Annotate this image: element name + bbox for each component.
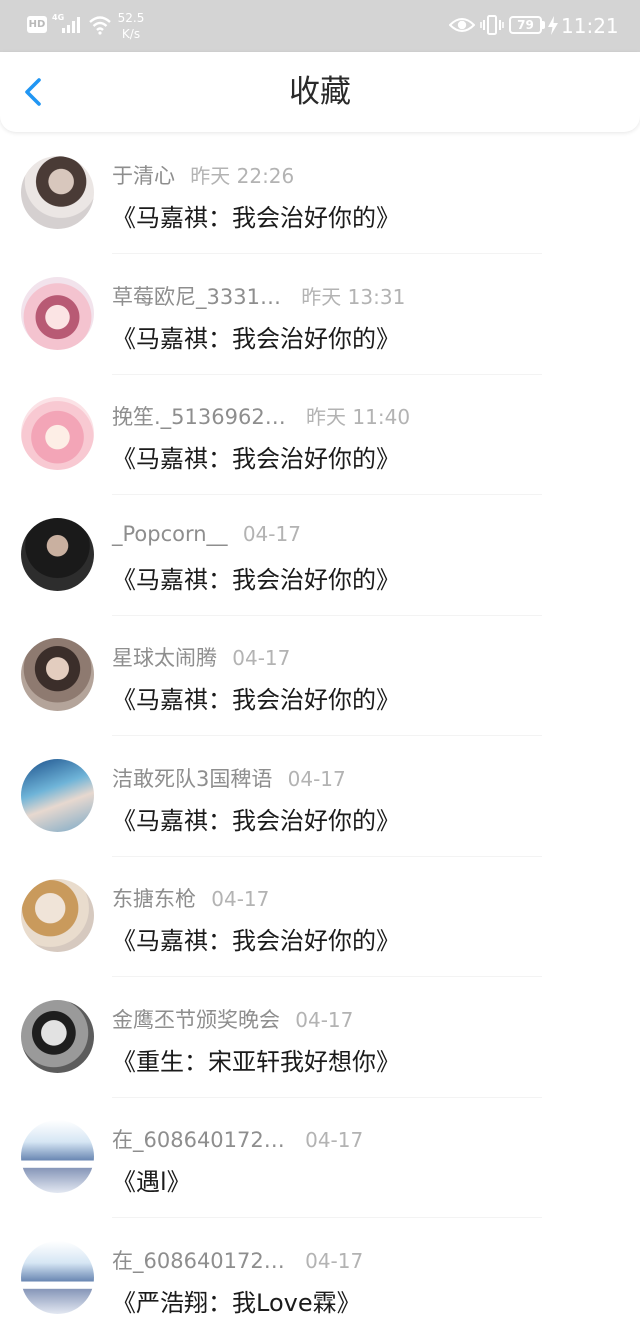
page-title: 收藏 — [289, 74, 351, 110]
back-button[interactable] — [14, 72, 54, 112]
battery-level: 79 — [509, 16, 542, 34]
avatar[interactable] — [21, 879, 94, 952]
list-item[interactable]: 洁敢死队3国稗语 04-17 《马嘉祺：我会治好你的》 — [0, 737, 640, 858]
list-item[interactable]: 在_608640172… 04-17 《严浩翔：我Love霖》 — [0, 1219, 640, 1330]
avatar[interactable] — [21, 1240, 94, 1314]
post-time: 04-17 — [305, 1248, 364, 1273]
story-title[interactable]: 《马嘉祺：我会治好你的》 — [112, 921, 400, 956]
list-item[interactable]: _Popcorn__ 04-17 《马嘉祺：我会治好你的》 — [0, 496, 640, 617]
list-item[interactable]: 星球太闹腾 04-17 《马嘉祺：我会治好你的》 — [0, 616, 640, 737]
avatar[interactable] — [21, 999, 94, 1073]
eye-comfort-icon — [449, 18, 475, 32]
user-name[interactable]: 洁敢死队3国稗语 — [112, 767, 272, 791]
avatar[interactable] — [21, 517, 94, 591]
user-name[interactable]: 在_608640172… — [112, 1249, 285, 1273]
story-title[interactable]: 《马嘉祺：我会治好你的》 — [112, 439, 400, 474]
avatar[interactable] — [21, 397, 94, 470]
list-item[interactable]: 金鹰丕节颁奖晚会 04-17 《重生：宋亚轩我好想你》 — [0, 978, 640, 1099]
list-item[interactable]: 在_608640172… 04-17 《遇l》 — [0, 1098, 640, 1219]
story-title[interactable]: 《遇l》 — [112, 1162, 191, 1197]
post-time: 昨天 11:40 — [306, 405, 411, 429]
user-name[interactable]: 星球太闹腾 — [112, 646, 217, 670]
signal-icon — [62, 17, 80, 33]
app-header: 收藏 — [0, 52, 640, 132]
post-time: 昨天 22:26 — [190, 164, 295, 188]
hd-badge: HD — [27, 16, 47, 33]
story-title[interactable]: 《马嘉祺：我会治好你的》 — [112, 801, 400, 836]
list-item[interactable]: 于清心 昨天 22:26 《马嘉祺：我会治好你的》 — [0, 134, 640, 255]
story-title[interactable]: 《马嘉祺：我会治好你的》 — [112, 680, 400, 715]
story-title[interactable]: 《马嘉祺：我会治好你的》 — [112, 560, 400, 595]
battery-tip — [542, 21, 545, 29]
clock: 11:21 — [561, 14, 619, 38]
story-title[interactable]: 《马嘉祺：我会治好你的》 — [112, 319, 400, 354]
post-time: 04-17 — [295, 1007, 354, 1032]
avatar[interactable] — [21, 156, 94, 229]
avatar[interactable] — [21, 1120, 94, 1193]
story-title[interactable]: 《重生：宋亚轩我好想你》 — [112, 1042, 400, 1077]
story-title[interactable]: 《马嘉祺：我会治好你的》 — [112, 198, 400, 233]
user-name[interactable]: _Popcorn__ — [112, 522, 228, 546]
favorites-list: 于清心 昨天 22:26 《马嘉祺：我会治好你的》 草莓欧尼_3331… 昨天 … — [0, 134, 640, 1330]
network-speed: 52.5 K/s — [117, 11, 145, 41]
post-time: 04-17 — [232, 646, 291, 670]
post-time: 04-17 — [287, 766, 346, 791]
post-time: 04-17 — [242, 521, 301, 546]
wifi-icon — [89, 16, 111, 35]
user-name[interactable]: 于清心 — [112, 164, 175, 188]
list-item[interactable]: 草莓欧尼_3331… 昨天 13:31 《马嘉祺：我会治好你的》 — [0, 255, 640, 376]
avatar[interactable] — [21, 638, 94, 711]
avatar[interactable] — [21, 758, 94, 832]
favorites-screen: HD 4G 52.5 K/s 79 11:21 收藏 于清心 昨天 22:26 … — [0, 0, 640, 1330]
post-time: 04-17 — [211, 887, 270, 911]
chevron-left-icon — [25, 78, 41, 106]
user-name[interactable]: 在_608640172… — [112, 1128, 285, 1152]
post-time: 04-17 — [305, 1128, 364, 1152]
user-name[interactable]: 金鹰丕节颁奖晚会 — [112, 1008, 280, 1032]
avatar[interactable] — [21, 276, 94, 350]
user-name[interactable]: 东搪东枪 — [112, 887, 196, 911]
charging-icon — [548, 16, 558, 35]
post-time: 昨天 13:31 — [301, 284, 406, 309]
vibrate-icon — [480, 15, 504, 35]
status-bar: HD 4G 52.5 K/s 79 11:21 — [0, 0, 640, 52]
story-title[interactable]: 《严浩翔：我Love霖》 — [112, 1283, 361, 1318]
list-item[interactable]: 东搪东枪 04-17 《马嘉祺：我会治好你的》 — [0, 857, 640, 978]
user-name[interactable]: 挽笙._5136962… — [112, 405, 286, 429]
list-item[interactable]: 挽笙._5136962… 昨天 11:40 《马嘉祺：我会治好你的》 — [0, 375, 640, 496]
user-name[interactable]: 草莓欧尼_3331… — [112, 285, 281, 309]
